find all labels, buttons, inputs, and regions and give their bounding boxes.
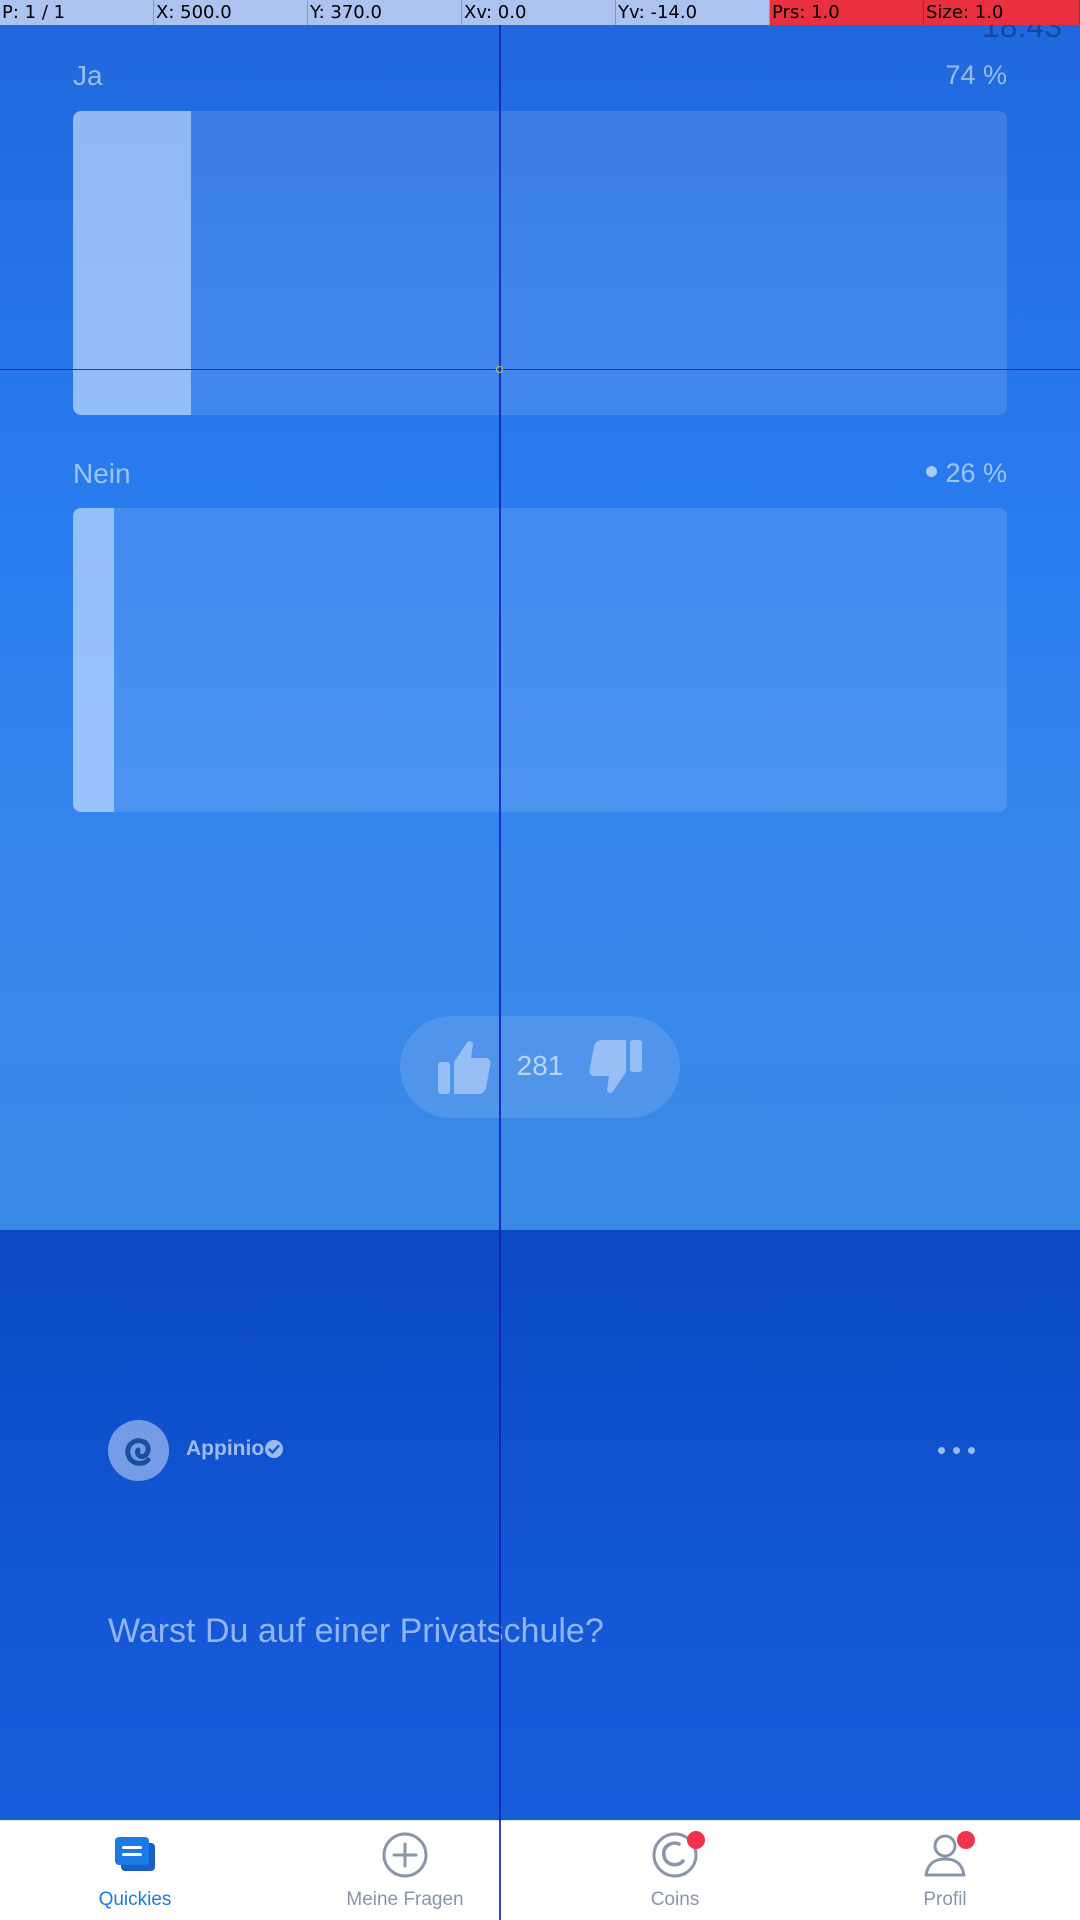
nav-item-coins[interactable]: Coins [540,1821,810,1920]
option-percent-ja: 74 % [945,60,1007,90]
option-label-ja: Ja [73,60,103,91]
pointer-crosshair-horizontal [0,369,1080,370]
verified-icon [265,1440,283,1458]
coins-badge [687,1831,705,1849]
debug-x: X: 500.0 [154,0,308,25]
vote-pill: 281 [400,1016,680,1118]
debug-yv: Yv: -14.0 [616,0,770,25]
plus-circle-icon [382,1832,428,1878]
result-bar-fill-nein [73,508,115,812]
more-options-icon[interactable] [936,1430,978,1470]
debug-xv: Xv: 0.0 [462,0,616,25]
option-percent-nein-text: 26 % [945,458,1007,488]
selected-dot-icon [926,466,938,478]
appinio-logo-icon [125,1438,151,1466]
nav-item-quickies[interactable]: Quickies [0,1821,270,1920]
result-bar-nein [73,508,1007,812]
pointer-dot [496,366,503,373]
author-avatar[interactable] [108,1420,169,1481]
question-text: Warst Du auf einer Privatschule? [108,1612,604,1650]
results-area: 18:43 Ja 74 % Nein 26 % 281 [0,0,1080,1230]
option-label-nein: Nein [73,458,131,489]
question-card: Appinio Warst Du auf einer Privatschule? [0,1230,1080,1820]
debug-y: Y: 370.0 [308,0,462,25]
pointer-crosshair-vertical [499,0,501,1920]
nav-label-coins: Coins [650,1889,700,1910]
thumbs-down-icon[interactable] [588,1038,644,1096]
profil-badge [957,1831,975,1849]
nav-label-profil: Profil [923,1889,967,1910]
quickies-icon [115,1837,155,1871]
author-name[interactable]: Appinio [186,1437,264,1461]
debug-prs: Prs: 1.0 [770,0,924,25]
nav-label-quickies: Quickies [98,1889,172,1910]
debug-pointer: P: 1 / 1 [0,0,154,25]
bottom-nav: Quickies Meine Fragen Coins Profil [0,1820,1080,1920]
option-percent-nein: 26 % [926,458,1007,489]
debug-size: Size: 1.0 [924,0,1080,25]
nav-item-profil[interactable]: Profil [810,1821,1080,1920]
pointer-debug-bar: P: 1 / 1 X: 500.0 Y: 370.0 Xv: 0.0 Yv: -… [0,0,1080,25]
